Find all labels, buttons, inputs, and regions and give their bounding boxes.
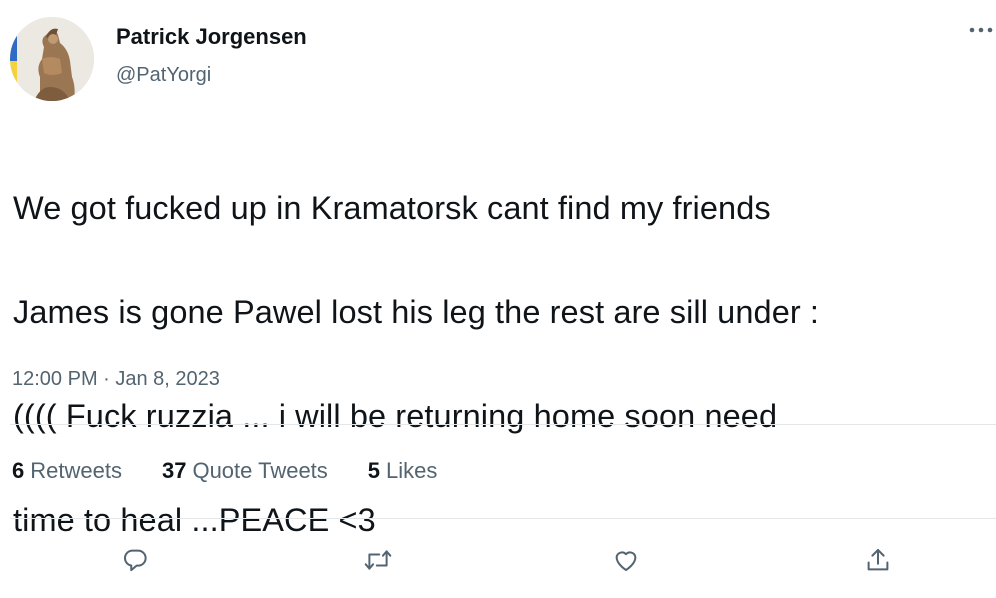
tweet-text-line: We got fucked up in Kramatorsk cant find… [13, 190, 771, 226]
author-display-name[interactable]: Patrick Jorgensen [116, 24, 307, 50]
retweet-icon [364, 550, 392, 570]
quote-tweets-stat[interactable]: 37 Quote Tweets [162, 458, 328, 484]
more-icon [969, 27, 993, 33]
share-button[interactable] [858, 540, 898, 580]
reply-button[interactable] [115, 540, 155, 580]
avatar-image [10, 17, 94, 101]
author-handle[interactable]: @PatYorgi [116, 64, 211, 87]
quote-tweets-count: 37 [161, 458, 187, 483]
like-button[interactable] [606, 540, 646, 580]
retweets-count: 6 [12, 458, 25, 483]
likes-stat[interactable]: 5 Likes [368, 458, 438, 484]
quote-tweets-label: Quote Tweets [192, 458, 328, 483]
likes-label: Likes [386, 458, 438, 483]
tweet-text-line: (((( Fuck ruzzia ... i will be returning… [13, 398, 778, 434]
tweet-stats: 6 Retweets 37 Quote Tweets 5 Likes [12, 458, 477, 484]
divider [10, 424, 996, 425]
divider [10, 518, 996, 519]
retweet-button[interactable] [358, 540, 398, 580]
retweets-label: Retweets [30, 458, 122, 483]
tweet-text: We got fucked up in Kramatorsk cant find… [13, 130, 988, 598]
heart-icon [615, 551, 637, 571]
share-icon [867, 549, 889, 571]
retweets-stat[interactable]: 6 Retweets [12, 458, 122, 484]
tweet-text-line: time to heal ...PEACE <3 [13, 502, 376, 538]
more-options-button[interactable] [966, 18, 996, 42]
avatar[interactable] [10, 17, 94, 101]
tweet-card: Patrick Jorgensen @PatYorgi We got fucke… [0, 0, 996, 588]
reply-icon [123, 549, 147, 572]
tweet-timestamp[interactable]: 12:00 PM · Jan 8, 2023 [12, 368, 220, 391]
tweet-text-line: James is gone Pawel lost his leg the res… [13, 294, 820, 330]
likes-count: 5 [367, 458, 381, 483]
